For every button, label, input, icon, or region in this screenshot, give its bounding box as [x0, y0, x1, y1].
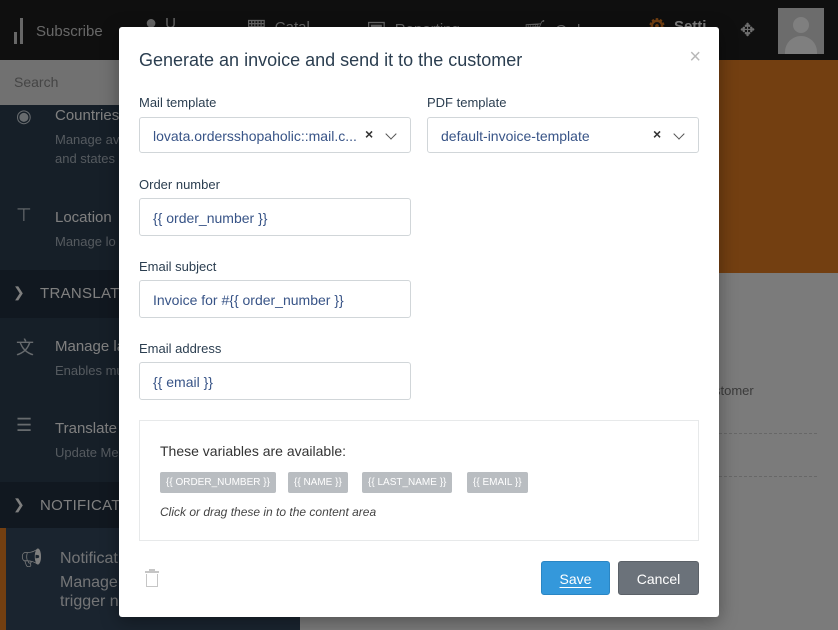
- variable-chip-email[interactable]: {{ EMAIL }}: [467, 472, 528, 493]
- email-address-value: {{ email }}: [153, 374, 213, 390]
- order-number-label: Order number: [139, 177, 220, 192]
- email-subject-value: Invoice for #{{ order_number }}: [153, 292, 344, 308]
- pdf-template-select[interactable]: default-invoice-template ×: [427, 117, 699, 153]
- email-address-label: Email address: [139, 341, 222, 356]
- mail-template-value: lovata.ordersshopaholic::mail.c...: [153, 128, 357, 144]
- order-number-value: {{ order_number }}: [153, 210, 268, 226]
- modal-title: Generate an invoice and send it to the c…: [139, 50, 523, 70]
- chevron-down-icon[interactable]: [673, 128, 685, 140]
- variables-title: These variables are available:: [160, 443, 346, 459]
- pdf-template-value: default-invoice-template: [441, 128, 590, 144]
- clear-icon[interactable]: ×: [653, 126, 661, 142]
- pdf-template-label: PDF template: [427, 95, 507, 110]
- variable-chip-order-number[interactable]: {{ ORDER_NUMBER }}: [160, 472, 276, 493]
- variables-panel: These variables are available: {{ ORDER_…: [139, 420, 699, 541]
- variables-hint: Click or drag these in to the content ar…: [160, 505, 377, 519]
- clear-icon[interactable]: ×: [365, 126, 373, 142]
- variable-chip-last-name[interactable]: {{ LAST_NAME }}: [362, 472, 453, 493]
- chevron-down-icon[interactable]: [385, 128, 397, 140]
- save-button[interactable]: Save: [541, 561, 610, 595]
- trash-icon[interactable]: [145, 569, 159, 587]
- email-subject-input[interactable]: Invoice for #{{ order_number }}: [139, 280, 411, 318]
- invoice-modal: Generate an invoice and send it to the c…: [119, 27, 719, 617]
- mail-template-select[interactable]: lovata.ordersshopaholic::mail.c... ×: [139, 117, 411, 153]
- cancel-button[interactable]: Cancel: [618, 561, 699, 595]
- email-subject-label: Email subject: [139, 259, 217, 274]
- order-number-input[interactable]: {{ order_number }}: [139, 198, 411, 236]
- mail-template-label: Mail template: [139, 95, 217, 110]
- variable-chip-name[interactable]: {{ NAME }}: [288, 472, 348, 493]
- email-address-input[interactable]: {{ email }}: [139, 362, 411, 400]
- close-icon[interactable]: ×: [689, 46, 701, 69]
